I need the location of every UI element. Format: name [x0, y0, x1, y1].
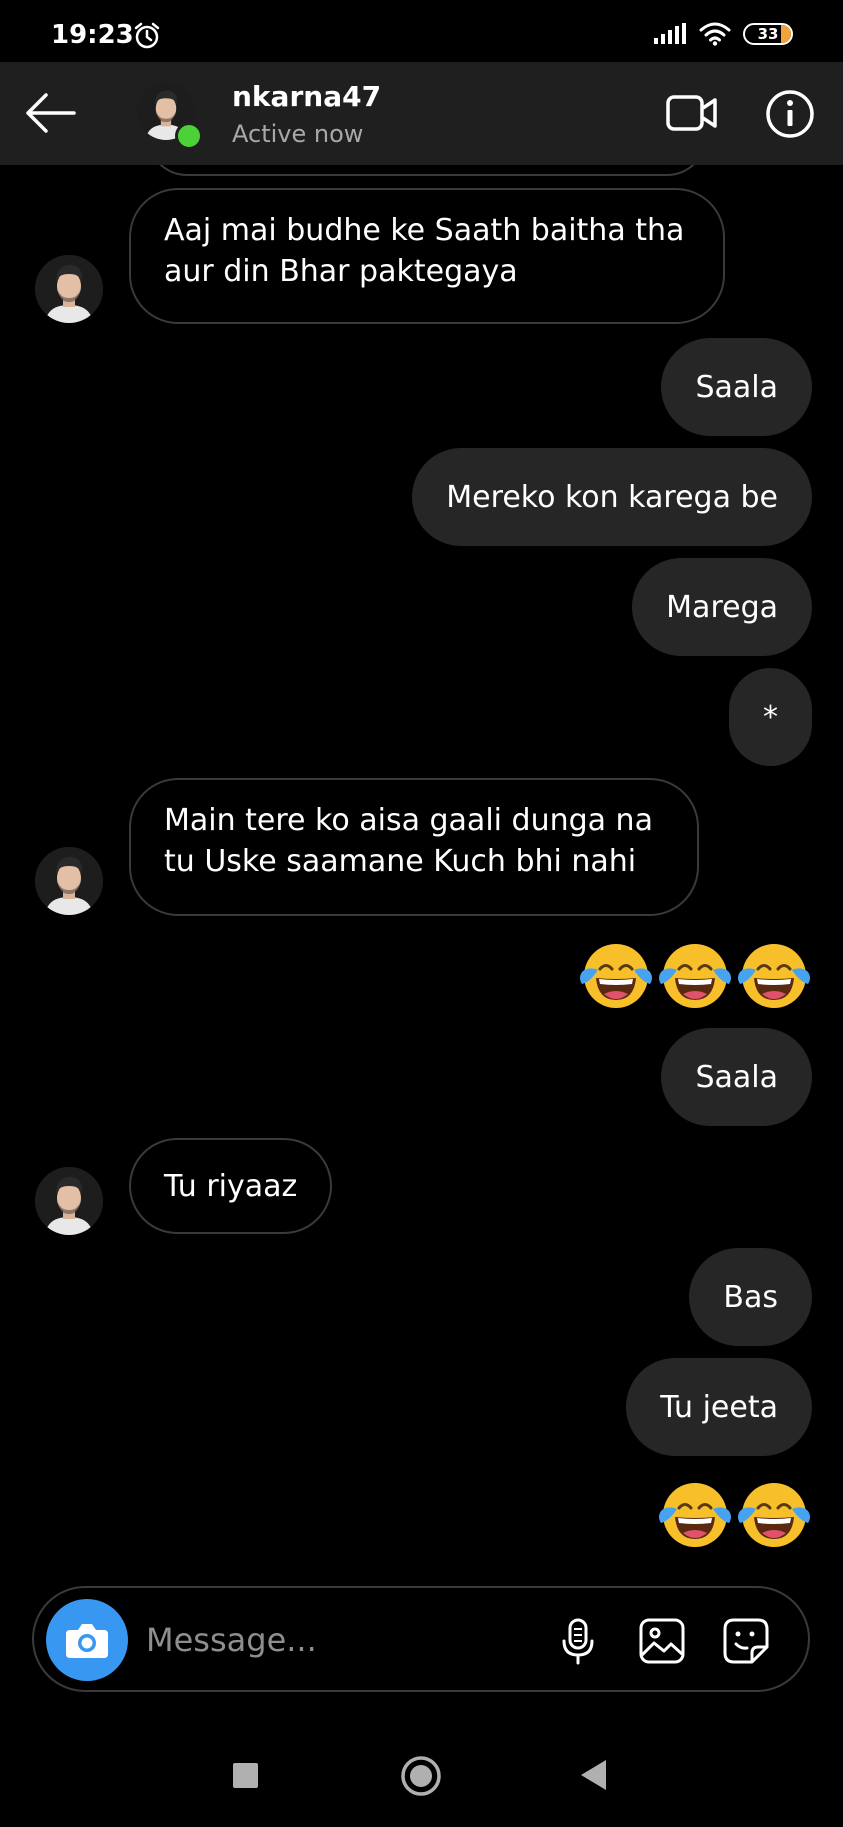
sticker-icon[interactable]: [722, 1617, 770, 1665]
message-text: *: [763, 699, 778, 735]
home-circle-icon[interactable]: [400, 1755, 442, 1797]
sender-avatar[interactable]: [35, 1167, 103, 1235]
active-status: Active now: [232, 120, 364, 148]
message-text: Saala: [695, 369, 778, 405]
tears-of-joy-emoji-icon: [578, 938, 654, 1014]
system-nav-bar: [0, 1730, 843, 1827]
message-text: Marega: [666, 589, 778, 625]
back-triangle-icon[interactable]: [578, 1758, 608, 1792]
message-bubble-sent[interactable]: Mereko kon karega be: [412, 448, 812, 546]
tears-of-joy-emoji-icon: [657, 938, 733, 1014]
message-text: Bas: [723, 1279, 778, 1315]
message-text: Mereko kon karega be: [446, 479, 778, 515]
video-call-icon[interactable]: [665, 88, 719, 138]
recents-square-icon[interactable]: [233, 1763, 258, 1788]
message-text: Tu jeeta: [660, 1389, 778, 1425]
camera-button[interactable]: [46, 1599, 128, 1681]
sender-avatar[interactable]: [35, 847, 103, 915]
message-composer: [32, 1586, 810, 1692]
online-indicator: [175, 122, 203, 150]
tears-of-joy-emoji-icon: [736, 938, 812, 1014]
sender-avatar[interactable]: [35, 255, 103, 323]
battery-level: 33: [757, 25, 779, 43]
message-bubble-sent[interactable]: *: [729, 668, 812, 766]
tears-of-joy-emoji-icon: [736, 1477, 812, 1553]
message-text: Saala: [695, 1059, 778, 1095]
signal-icon: [654, 23, 686, 44]
chat-header: nkarna47 Active now: [0, 62, 843, 165]
tears-of-joy-emoji-icon: [657, 1477, 733, 1553]
status-time: 19:23: [51, 20, 134, 50]
contact-username[interactable]: nkarna47: [232, 80, 381, 113]
alarm-icon: [134, 22, 160, 49]
gallery-icon[interactable]: [638, 1617, 686, 1665]
message-bubble-sent[interactable]: Marega: [632, 558, 812, 656]
back-arrow-icon[interactable]: [22, 88, 78, 138]
message-text: Main tere ko aisa gaali dunga na tu Uske…: [164, 803, 653, 879]
microphone-icon[interactable]: [554, 1617, 602, 1665]
message-bubble-sent[interactable]: Saala: [661, 338, 812, 436]
message-bubble-sent[interactable]: Saala: [661, 1028, 812, 1126]
message-bubble-sent[interactable]: Bas: [689, 1248, 812, 1346]
message-bubble-received[interactable]: Main tere ko aisa gaali dunga na tu Uske…: [129, 778, 699, 916]
emoji-message[interactable]: [657, 1477, 812, 1557]
message-bubble-sent[interactable]: Tu jeeta: [626, 1358, 812, 1456]
info-icon[interactable]: [764, 88, 816, 140]
message-text: Aaj mai budhe ke Saath baitha tha aur di…: [164, 213, 685, 289]
battery-icon: 33: [743, 23, 793, 45]
message-bubble-received[interactable]: Aaj mai budhe ke Saath baitha tha aur di…: [129, 188, 725, 324]
message-text: Tu riyaaz: [164, 1168, 298, 1204]
emoji-message[interactable]: [578, 938, 812, 1018]
wifi-icon: [699, 22, 731, 46]
message-bubble-received[interactable]: Tu riyaaz: [129, 1138, 333, 1234]
status-bar: 19:23 33: [0, 0, 843, 62]
message-input[interactable]: [144, 1616, 448, 1664]
camera-icon: [66, 1624, 108, 1658]
